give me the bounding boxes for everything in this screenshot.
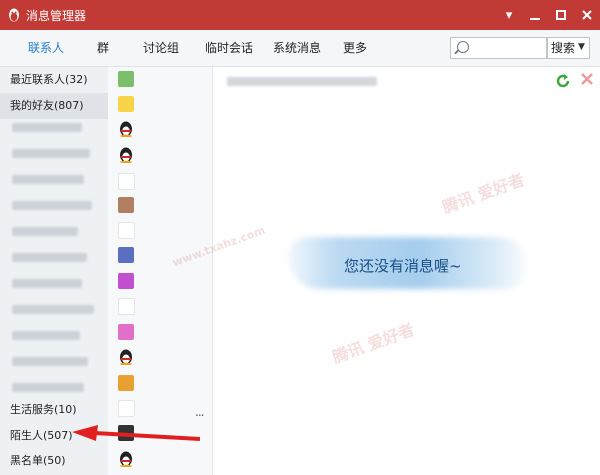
qq-penguin-icon[interactable] — [118, 121, 134, 137]
conversation-header — [227, 77, 377, 86]
category-list: 最近联系人(32) 我的好友(807) 生活服务(10) 陌生人(507) 黑名… — [0, 67, 108, 475]
list-item[interactable] — [12, 383, 84, 392]
list-item[interactable] — [12, 253, 87, 262]
list-item[interactable] — [12, 175, 84, 184]
list-item[interactable] — [12, 149, 90, 158]
avatar[interactable] — [118, 273, 134, 289]
list-item[interactable] — [12, 357, 88, 366]
avatar[interactable] — [118, 375, 134, 391]
category-recent-contacts[interactable]: 最近联系人(32) — [0, 67, 108, 93]
search-icon — [457, 41, 469, 53]
qq-penguin-icon[interactable] — [118, 349, 134, 365]
list-item[interactable] — [12, 331, 80, 340]
category-life-services[interactable]: 生活服务(10) — [0, 397, 108, 423]
delete-icon[interactable] — [579, 71, 595, 87]
list-item[interactable] — [12, 201, 92, 210]
qq-penguin-icon[interactable] — [118, 451, 134, 467]
tab-temp-chats[interactable]: 临时会话 — [205, 30, 253, 66]
avatar[interactable] — [118, 173, 135, 190]
category-my-friends[interactable]: 我的好友(807) — [0, 93, 108, 119]
avatar[interactable] — [118, 197, 134, 213]
tab-discussions[interactable]: 讨论组 — [143, 30, 179, 66]
list-item[interactable] — [12, 227, 78, 236]
avatar[interactable] — [118, 324, 134, 340]
annotation-arrow — [72, 425, 200, 441]
window-title: 消息管理器 — [26, 8, 87, 23]
tab-contacts[interactable]: 联系人 — [28, 30, 64, 66]
avatar[interactable] — [118, 400, 135, 417]
list-item[interactable] — [12, 123, 82, 132]
list-item[interactable] — [12, 279, 82, 288]
tab-groups[interactable]: 群 — [97, 30, 109, 66]
more-options-icon[interactable]: ... — [195, 405, 205, 419]
avatar[interactable] — [118, 298, 135, 315]
avatar[interactable] — [118, 247, 134, 263]
menu-dropdown-icon[interactable]: ▾ — [496, 0, 522, 30]
refresh-icon[interactable] — [555, 73, 571, 89]
minimize-icon[interactable] — [522, 0, 548, 30]
avatar[interactable] — [118, 222, 135, 239]
tab-bar: 联系人 群 讨论组 临时会话 系统消息 更多 搜索 ▼ — [0, 30, 600, 67]
avatar-list: ... — [108, 67, 213, 475]
chevron-down-icon[interactable]: ▼ — [578, 37, 590, 59]
empty-message: 您还没有消息喔~ — [344, 257, 462, 275]
category-blacklist[interactable]: 黑名单(50) — [0, 448, 108, 474]
empty-state: 您还没有消息喔~ — [288, 237, 528, 289]
message-pane: 您还没有消息喔~ — [213, 67, 600, 475]
maximize-icon[interactable] — [548, 0, 574, 30]
avatar[interactable] — [118, 71, 134, 87]
qq-penguin-icon[interactable] — [118, 147, 134, 163]
avatar[interactable] — [118, 96, 134, 112]
tab-system-messages[interactable]: 系统消息 — [273, 30, 321, 66]
qq-penguin-icon — [9, 8, 19, 22]
search-input[interactable] — [450, 37, 547, 59]
close-icon[interactable] — [574, 0, 600, 30]
list-item[interactable] — [12, 305, 94, 314]
tab-more[interactable]: 更多 — [343, 30, 367, 66]
title-bar: 消息管理器 ▾ — [0, 0, 600, 30]
